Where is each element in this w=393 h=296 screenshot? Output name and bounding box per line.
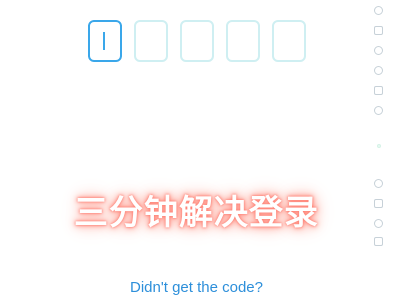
resend-code-link[interactable]: Didn't get the code? [0,279,393,296]
otp-digit-1[interactable] [88,20,122,62]
emoji-icon [374,6,383,15]
emoji-icon [374,86,383,95]
emoji-icon [374,66,383,75]
otp-digit-4[interactable] [226,20,260,62]
emoji-icon [374,106,383,115]
dot-icon [377,144,381,148]
otp-digit-2[interactable] [134,20,168,62]
watermark-banner: 三分钟解决登录 [74,194,319,232]
otp-digit-3[interactable] [180,20,214,62]
otp-input-group [88,20,306,62]
emoji-icon [374,46,383,55]
emoji-icon [374,237,383,246]
otp-digit-5[interactable] [272,20,306,62]
emoji-icon [374,26,383,35]
text-cursor [103,32,105,50]
